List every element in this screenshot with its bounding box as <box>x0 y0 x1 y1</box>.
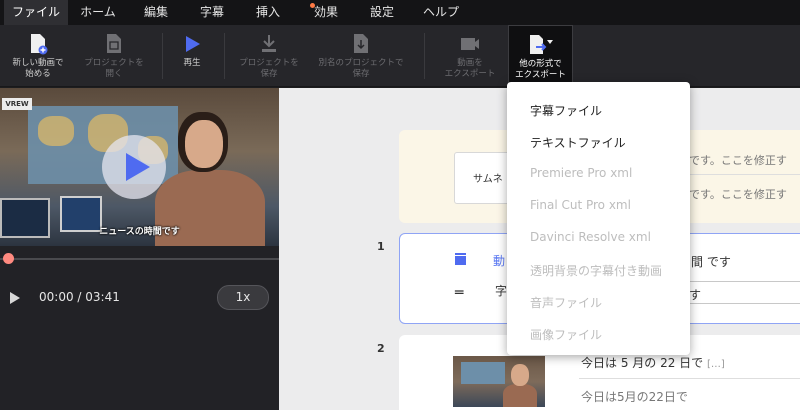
menu-file[interactable]: ファイル <box>4 0 68 25</box>
menu-item-davinci-xml: Davinci Resolve xml <box>530 230 651 244</box>
menu-effects[interactable]: 効果 <box>296 0 356 25</box>
export-dropdown-menu: 字幕ファイル テキストファイル Premiere Pro xml Final C… <box>507 82 690 355</box>
subtitle-input-text: す <box>689 288 702 302</box>
play-icon <box>126 153 150 181</box>
clip-text: 間 です <box>691 255 731 269</box>
clip-transcript: 今日は 5 月の 22 日で […] <box>581 354 725 371</box>
menu-item-transparent-video: 透明背景の字幕付き動画 <box>530 264 663 278</box>
new-project-button[interactable]: 新しい動画で 始める <box>5 25 71 87</box>
hint-line-2: です。ここを修正す <box>689 188 787 201</box>
export-other-button[interactable]: 他の形式で エクスポート <box>508 25 573 87</box>
save-as-button[interactable]: 別名のプロジェクトで 保存 <box>311 25 411 87</box>
save-as-label: 別名のプロジェクトで 保存 <box>318 58 404 79</box>
play-label: 再生 <box>183 58 201 68</box>
notification-dot <box>310 3 315 8</box>
video-export-icon <box>461 38 479 50</box>
more-button[interactable]: […] <box>707 359 725 370</box>
vrew-watermark: VREW <box>2 98 32 110</box>
open-file-icon <box>107 34 121 53</box>
save-project-button[interactable]: プロジェクトを 保存 <box>230 25 308 87</box>
menu-effects-label: 効果 <box>313 5 338 19</box>
new-project-label: 新しい動画で 始める <box>12 58 64 79</box>
menu-item-image-file: 画像ファイル <box>530 328 603 342</box>
clip-number: 2 <box>377 342 385 355</box>
menu-item-premiere-xml: Premiere Pro xml <box>530 166 633 180</box>
subtitle-label: 字 <box>495 284 508 298</box>
menu-item-subtitle-file[interactable]: 字幕ファイル <box>530 102 602 119</box>
save-project-label: プロジェクトを 保存 <box>239 58 299 79</box>
clip-video-label: 動 <box>493 254 506 268</box>
download-icon <box>262 35 276 52</box>
toolbar-separator <box>162 33 163 79</box>
hint-line-1: です。ここを修正す <box>689 154 787 167</box>
menu-subtitle[interactable]: 字幕 <box>184 0 240 25</box>
toolbar-separator <box>424 33 425 79</box>
menu-insert[interactable]: 挿入 <box>240 0 296 25</box>
video-play-button[interactable] <box>102 135 166 199</box>
thumbnail-label: サムネ <box>473 174 503 185</box>
export-other-icon <box>529 35 553 54</box>
clapperboard-icon <box>455 253 466 265</box>
export-video-label: 動画を エクスポート <box>444 58 496 79</box>
subtitle-lines-icon: ═ <box>455 285 464 301</box>
divider <box>689 174 800 175</box>
save-as-icon <box>354 34 368 53</box>
time-display: 00:00 / 03:41 <box>39 290 120 304</box>
menu-edit[interactable]: 編集 <box>128 0 184 25</box>
clip-subtitle: 今日は5月の22日で <box>581 390 688 404</box>
export-other-label: 他の形式で エクスポート <box>515 59 566 80</box>
play-icon <box>186 36 200 52</box>
timeline-track[interactable] <box>0 258 279 260</box>
play-button[interactable]: 再生 <box>166 25 218 87</box>
menu-item-text-file[interactable]: テキストファイル <box>530 134 626 151</box>
speed-button[interactable]: 1x <box>217 285 269 310</box>
play-pause-icon[interactable] <box>10 292 20 304</box>
clip-thumbnail[interactable] <box>453 356 545 407</box>
menu-settings[interactable]: 設定 <box>356 0 408 25</box>
toolbar-separator <box>224 33 225 79</box>
open-project-button[interactable]: プロジェクトを 開く <box>76 25 152 87</box>
export-video-button[interactable]: 動画を エクスポート <box>430 25 510 87</box>
subtitle-overlay: ニュースの時間です <box>99 227 180 237</box>
menu-item-finalcut-xml: Final Cut Pro xml <box>530 198 631 212</box>
open-project-label: プロジェクトを 開く <box>84 58 144 79</box>
timeline-handle[interactable] <box>3 253 14 264</box>
video-preview[interactable]: VREW ニュースの時間です <box>0 88 279 246</box>
divider <box>579 378 800 379</box>
clip-number: 1 <box>377 240 385 253</box>
person-face <box>185 120 223 168</box>
menu-home[interactable]: ホーム <box>68 0 128 25</box>
player-panel: VREW ニュースの時間です 00:00 / 03:41 1x <box>0 88 279 410</box>
clip-transcript-text: 今日は 5 月の 22 日で <box>581 356 704 370</box>
menu-item-audio-file: 音声ファイル <box>530 296 603 310</box>
new-file-icon <box>31 34 48 55</box>
menu-help[interactable]: ヘルプ <box>408 0 474 25</box>
